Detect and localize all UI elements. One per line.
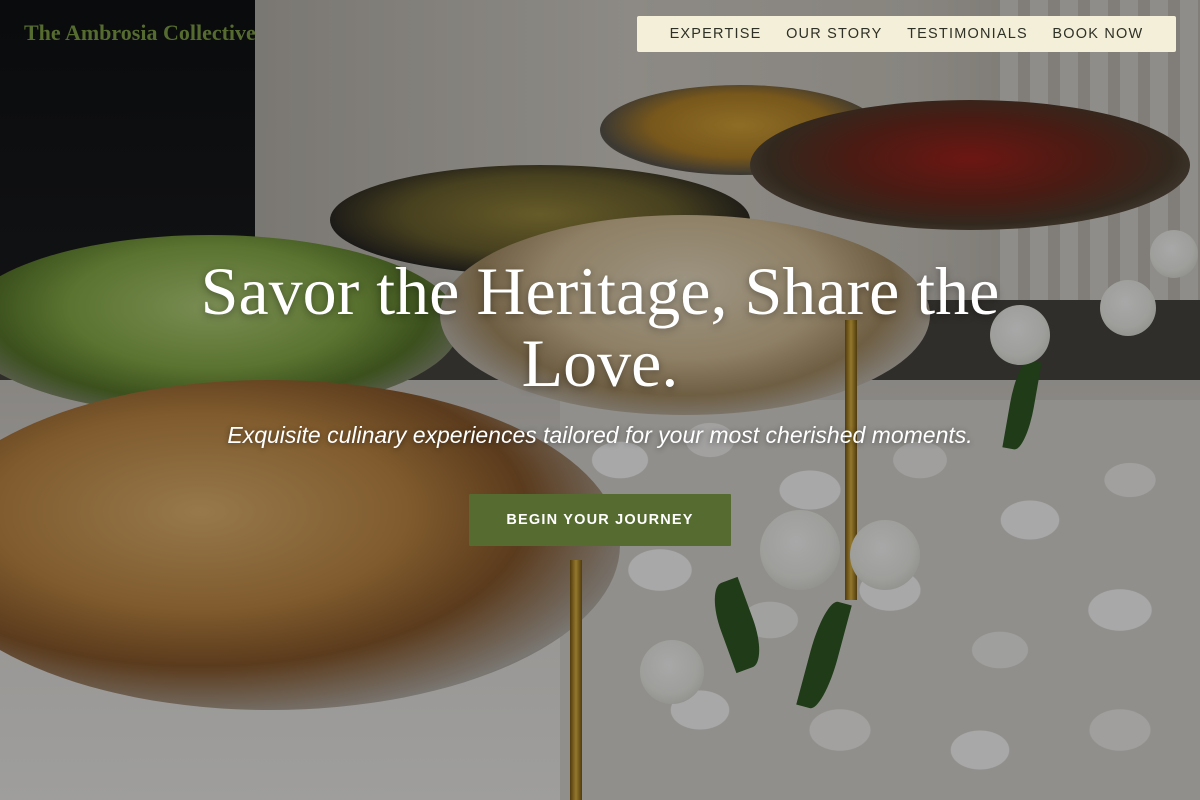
hero-title: Savor the Heritage, Share the Love. [200,253,1000,401]
begin-journey-button[interactable]: BEGIN YOUR JOURNEY [469,494,731,546]
hero-subtitle: Exquisite culinary experiences tailored … [227,422,973,448]
hero-section: Savor the Heritage, Share the Love. Exqu… [0,0,1200,800]
